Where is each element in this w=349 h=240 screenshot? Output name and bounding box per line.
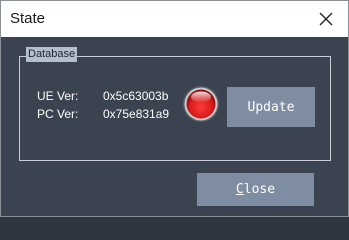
window-title: State (10, 10, 46, 27)
status-led-icon (183, 86, 219, 122)
pc-version-label: PC Ver: (37, 107, 79, 121)
update-button[interactable]: Update (227, 87, 315, 127)
close-icon (319, 12, 333, 26)
close-button[interactable]: Close (197, 173, 314, 206)
ue-version-label: UE Ver: (37, 89, 79, 103)
close-button-label-rest: lose (243, 182, 276, 197)
database-group-label: Database (26, 47, 78, 62)
pc-version-value: 0x75e831a9 (103, 107, 170, 121)
ue-version-value: 0x5c63003b (103, 89, 169, 103)
state-dialog: State Database UE Ver: 0x5c63003b PC Ver… (0, 0, 349, 217)
close-button-mnemonic: C (235, 182, 244, 197)
title-bar: State (1, 1, 348, 37)
window-close-button[interactable] (304, 1, 348, 37)
